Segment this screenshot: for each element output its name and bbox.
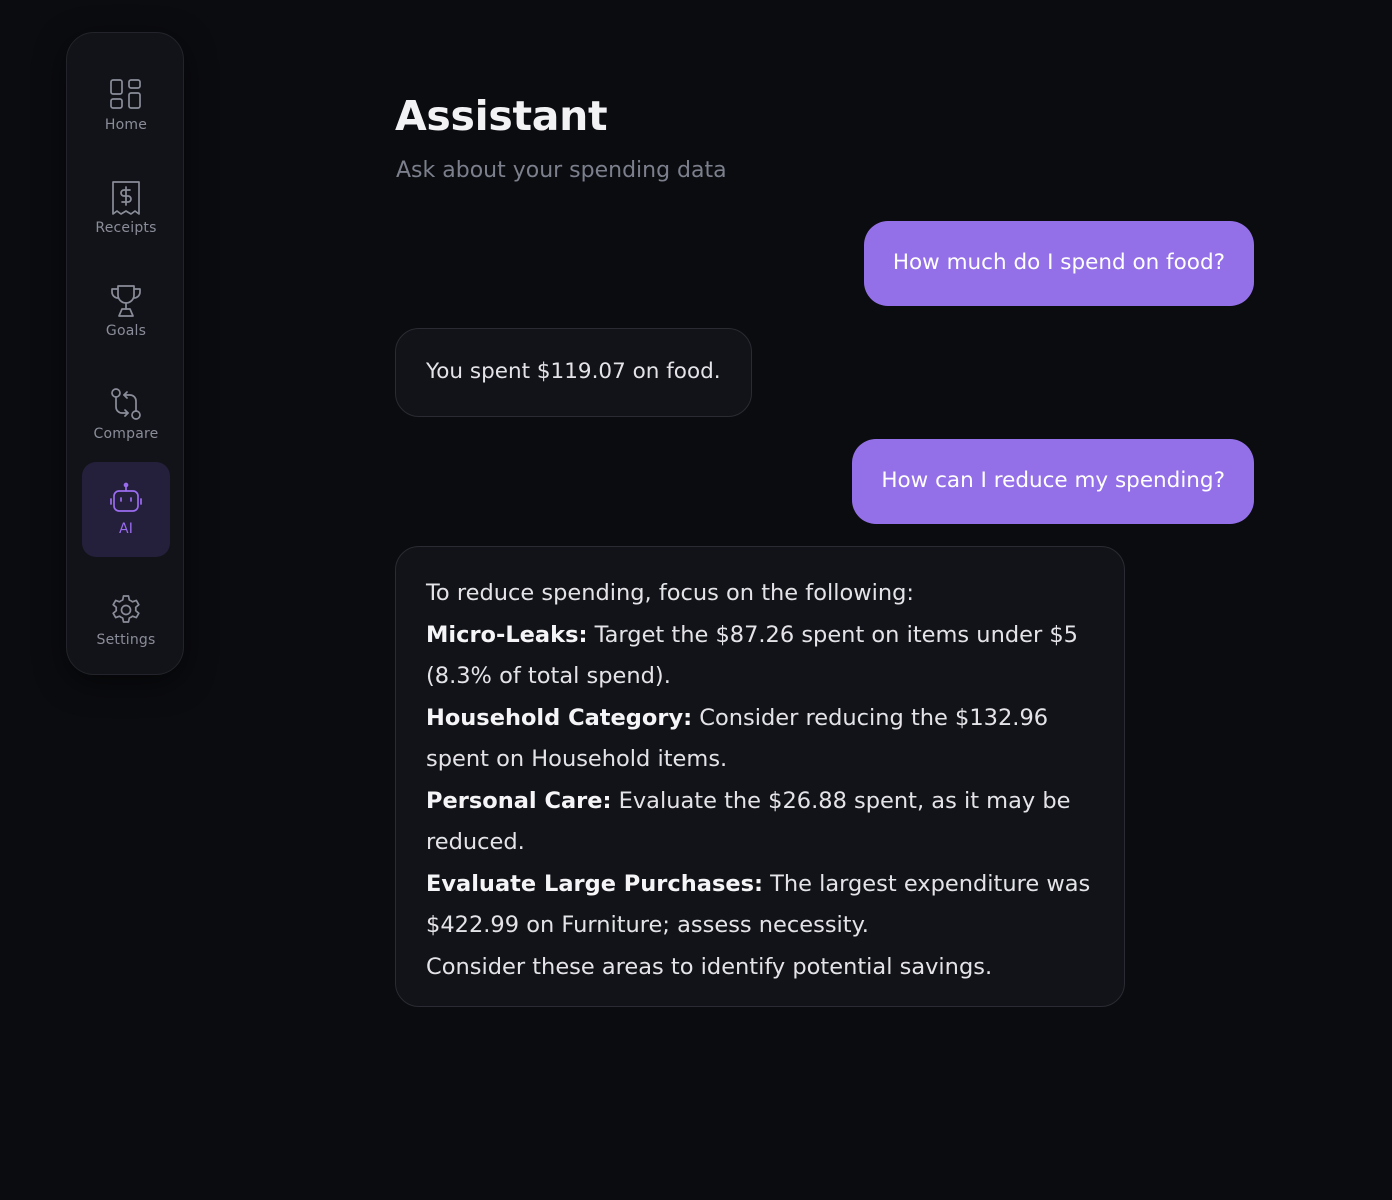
sidebar-item-label: Receipts [95, 220, 157, 236]
sidebar-item-ai[interactable]: AI [82, 462, 170, 557]
trophy-icon [107, 282, 145, 320]
sidebar-item-label: Compare [93, 426, 159, 442]
sidebar-item-label: Home [104, 117, 148, 133]
page-title: Assistant [395, 92, 608, 140]
sidebar-item-label: Goals [105, 323, 147, 339]
sidebar-item-receipts[interactable]: Receipts [82, 161, 170, 256]
point-title: Micro-Leaks: [426, 621, 588, 648]
sidebar-item-home[interactable]: Home [82, 58, 170, 153]
page-subtitle: Ask about your spending data [396, 158, 727, 183]
sidebar-item-label: Settings [96, 632, 156, 648]
assistant-message: You spent $119.07 on food. [395, 328, 752, 417]
receipt-icon [107, 179, 145, 217]
sidebar-item-compare[interactable]: Compare [82, 367, 170, 462]
point-title: Personal Care: [426, 787, 612, 814]
assistant-message: To reduce spending, focus on the followi… [395, 546, 1125, 1007]
user-message: How can I reduce my spending? [852, 439, 1254, 524]
message-point: Micro-Leaks: Target the $87.26 spent on … [426, 615, 1094, 698]
user-message: How much do I spend on food? [863, 221, 1254, 306]
point-title: Evaluate Large Purchases: [426, 870, 763, 897]
point-title: Household Category: [426, 704, 693, 731]
robot-icon [107, 480, 145, 518]
sidebar-item-label: AI [118, 521, 134, 537]
message-point: Evaluate Large Purchases: The largest ex… [426, 864, 1094, 947]
gear-icon [107, 591, 145, 629]
message-point: Household Category: Consider reducing th… [426, 698, 1094, 781]
message-point: Personal Care: Evaluate the $26.88 spent… [426, 781, 1094, 864]
sidebar: Home Receipts Goals Compare AI Settings [66, 32, 184, 675]
grid-icon [107, 76, 145, 114]
compare-icon [107, 385, 145, 423]
message-outro: Consider these areas to identify potenti… [426, 953, 993, 980]
message-intro: To reduce spending, focus on the followi… [426, 580, 915, 606]
sidebar-item-goals[interactable]: Goals [82, 264, 170, 359]
sidebar-item-settings[interactable]: Settings [82, 573, 170, 668]
